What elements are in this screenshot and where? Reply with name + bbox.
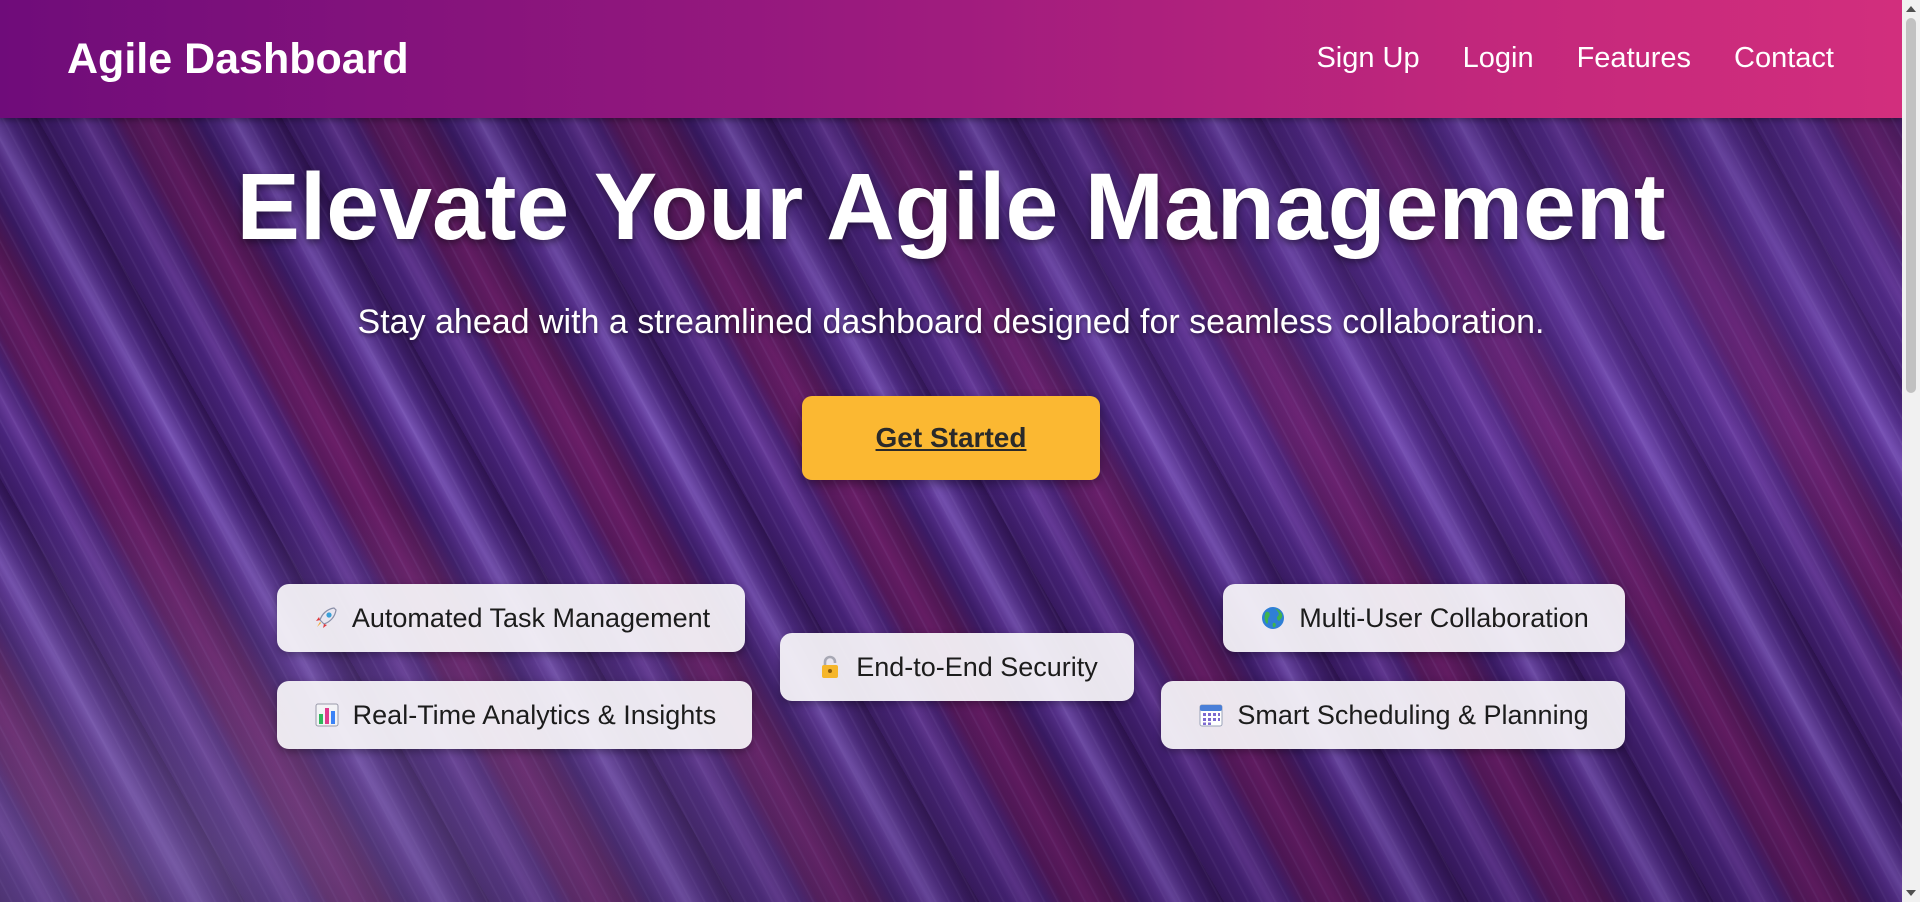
feature-label: End-to-End Security	[856, 651, 1098, 682]
get-started-button[interactable]: Get Started	[802, 396, 1100, 480]
feature-card-task-management[interactable]: Automated Task Management	[277, 584, 745, 652]
scroll-thumb[interactable]	[1906, 18, 1916, 393]
bar-chart-icon	[313, 701, 341, 729]
nav-link-sign-up[interactable]: Sign Up	[1316, 38, 1419, 78]
scroll-down-arrow-icon[interactable]	[1906, 890, 1916, 896]
calendar-icon	[1197, 701, 1225, 729]
globe-icon	[1259, 604, 1287, 632]
feature-label: Automated Task Management	[351, 602, 711, 633]
hero-section: Elevate Your Agile Management Stay ahead…	[0, 118, 1902, 902]
lock-icon	[816, 653, 844, 681]
scroll-up-arrow-icon[interactable]	[1906, 6, 1916, 12]
nav-link-contact[interactable]: Contact	[1734, 38, 1834, 78]
feature-card-scheduling[interactable]: Smart Scheduling & Planning	[1161, 681, 1625, 749]
brand-title[interactable]: Agile Dashboard	[67, 34, 409, 84]
navbar: Agile Dashboard Sign Up Login Features C…	[0, 0, 1902, 118]
page: Agile Dashboard Sign Up Login Features C…	[0, 0, 1920, 902]
feature-label: Multi-User Collaboration	[1299, 602, 1589, 633]
feature-card-analytics[interactable]: Real-Time Analytics & Insights	[277, 681, 752, 749]
hero-title: Elevate Your Agile Management	[236, 154, 1666, 260]
nav-links: Sign Up Login Features Contact	[1316, 38, 1834, 78]
vertical-scrollbar[interactable]	[1902, 0, 1920, 902]
feature-card-security[interactable]: End-to-End Security	[780, 633, 1134, 701]
feature-card-collaboration[interactable]: Multi-User Collaboration	[1223, 584, 1625, 652]
hero-subtitle: Stay ahead with a streamlined dashboard …	[357, 303, 1545, 341]
rocket-icon	[312, 604, 340, 632]
feature-label: Real-Time Analytics & Insights	[352, 699, 717, 730]
nav-link-features[interactable]: Features	[1577, 38, 1691, 78]
feature-label: Smart Scheduling & Planning	[1237, 699, 1589, 730]
nav-link-login[interactable]: Login	[1463, 38, 1534, 78]
